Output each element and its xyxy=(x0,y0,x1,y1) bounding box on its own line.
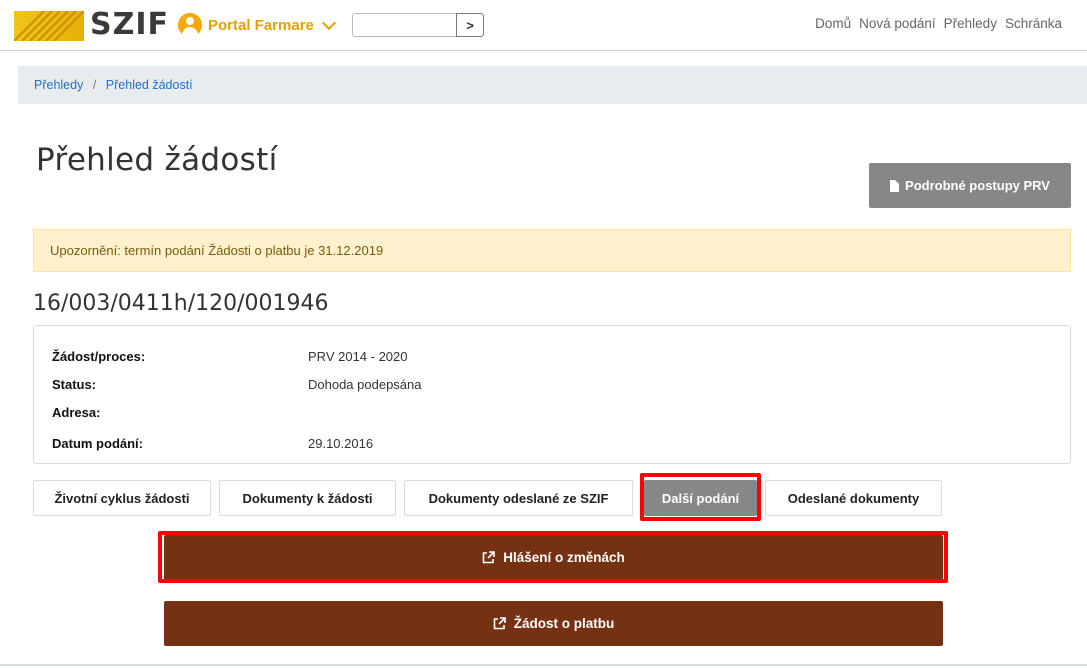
nav-item-schranka[interactable]: Schránka xyxy=(1005,16,1062,31)
detail-label: Žádost/proces: xyxy=(52,349,146,364)
external-link-icon xyxy=(493,617,506,630)
highlight-box xyxy=(158,531,948,583)
pdf-file-icon xyxy=(890,179,900,192)
application-id: 16/003/0411h/120/001946 xyxy=(33,291,329,316)
footer-divider xyxy=(0,664,1087,666)
portal-label: Portal Farmare xyxy=(208,16,314,34)
tab-odeslane-dokumenty[interactable]: Odeslané dokumenty xyxy=(765,480,942,516)
application-details-card: Žádost/proces: PRV 2014 - 2020 Status: D… xyxy=(33,325,1071,464)
breadcrumb-item-prehledy[interactable]: Přehledy xyxy=(34,78,83,92)
breadcrumb: Přehledy / Přehled žádostí xyxy=(18,66,1087,104)
search-input[interactable] xyxy=(352,13,456,37)
detail-label: Adresa: xyxy=(52,405,101,420)
szif-logo-text[interactable]: SZIF xyxy=(90,8,169,42)
zadost-o-platbu-button[interactable]: Žádost o platbu xyxy=(164,601,943,646)
portal-menu[interactable]: Portal Farmare xyxy=(178,11,336,39)
top-bar: SZIF Portal Farmare > Domů Nová podání P… xyxy=(0,0,1087,51)
tab-dokumenty-odeslane-ze-szif[interactable]: Dokumenty odeslané ze SZIF xyxy=(404,480,633,516)
nav-item-prehledy[interactable]: Přehledy xyxy=(944,16,997,31)
page-title: Přehled žádostí xyxy=(36,141,278,178)
postupy-prv-label: Podrobné postupy PRV xyxy=(905,178,1050,193)
breadcrumb-separator: / xyxy=(92,78,97,92)
detail-label: Datum podání: xyxy=(52,436,143,451)
nav-item-domu[interactable]: Domů xyxy=(815,16,851,31)
detail-label: Status: xyxy=(52,377,97,392)
search-button[interactable]: > xyxy=(456,13,484,37)
detail-value: 29.10.2016 xyxy=(308,436,374,451)
main-nav: Domů Nová podání Přehledy Schránka xyxy=(815,16,1062,31)
detail-value: Dohoda podepsána xyxy=(308,377,422,392)
breadcrumb-item-prehled-zadosti[interactable]: Přehled žádostí xyxy=(106,78,193,92)
szif-logo-stripes[interactable] xyxy=(14,11,84,41)
detail-value: PRV 2014 - 2020 xyxy=(308,349,408,364)
tab-dokumenty-k-zadosti[interactable]: Dokumenty k žádosti xyxy=(219,480,396,516)
chevron-down-icon xyxy=(321,15,336,31)
zadost-o-platbu-label: Žádost o platbu xyxy=(513,616,615,631)
tab-zivotni-cyklus[interactable]: Životní cyklus žádosti xyxy=(33,480,211,516)
postupy-prv-button[interactable]: Podrobné postupy PRV xyxy=(869,163,1071,208)
nav-item-nova-podani[interactable]: Nová podání xyxy=(859,16,936,31)
user-icon xyxy=(178,13,202,37)
highlight-box xyxy=(640,473,761,521)
deadline-alert: Upozornění: termín podání Žádosti o plat… xyxy=(33,229,1071,272)
